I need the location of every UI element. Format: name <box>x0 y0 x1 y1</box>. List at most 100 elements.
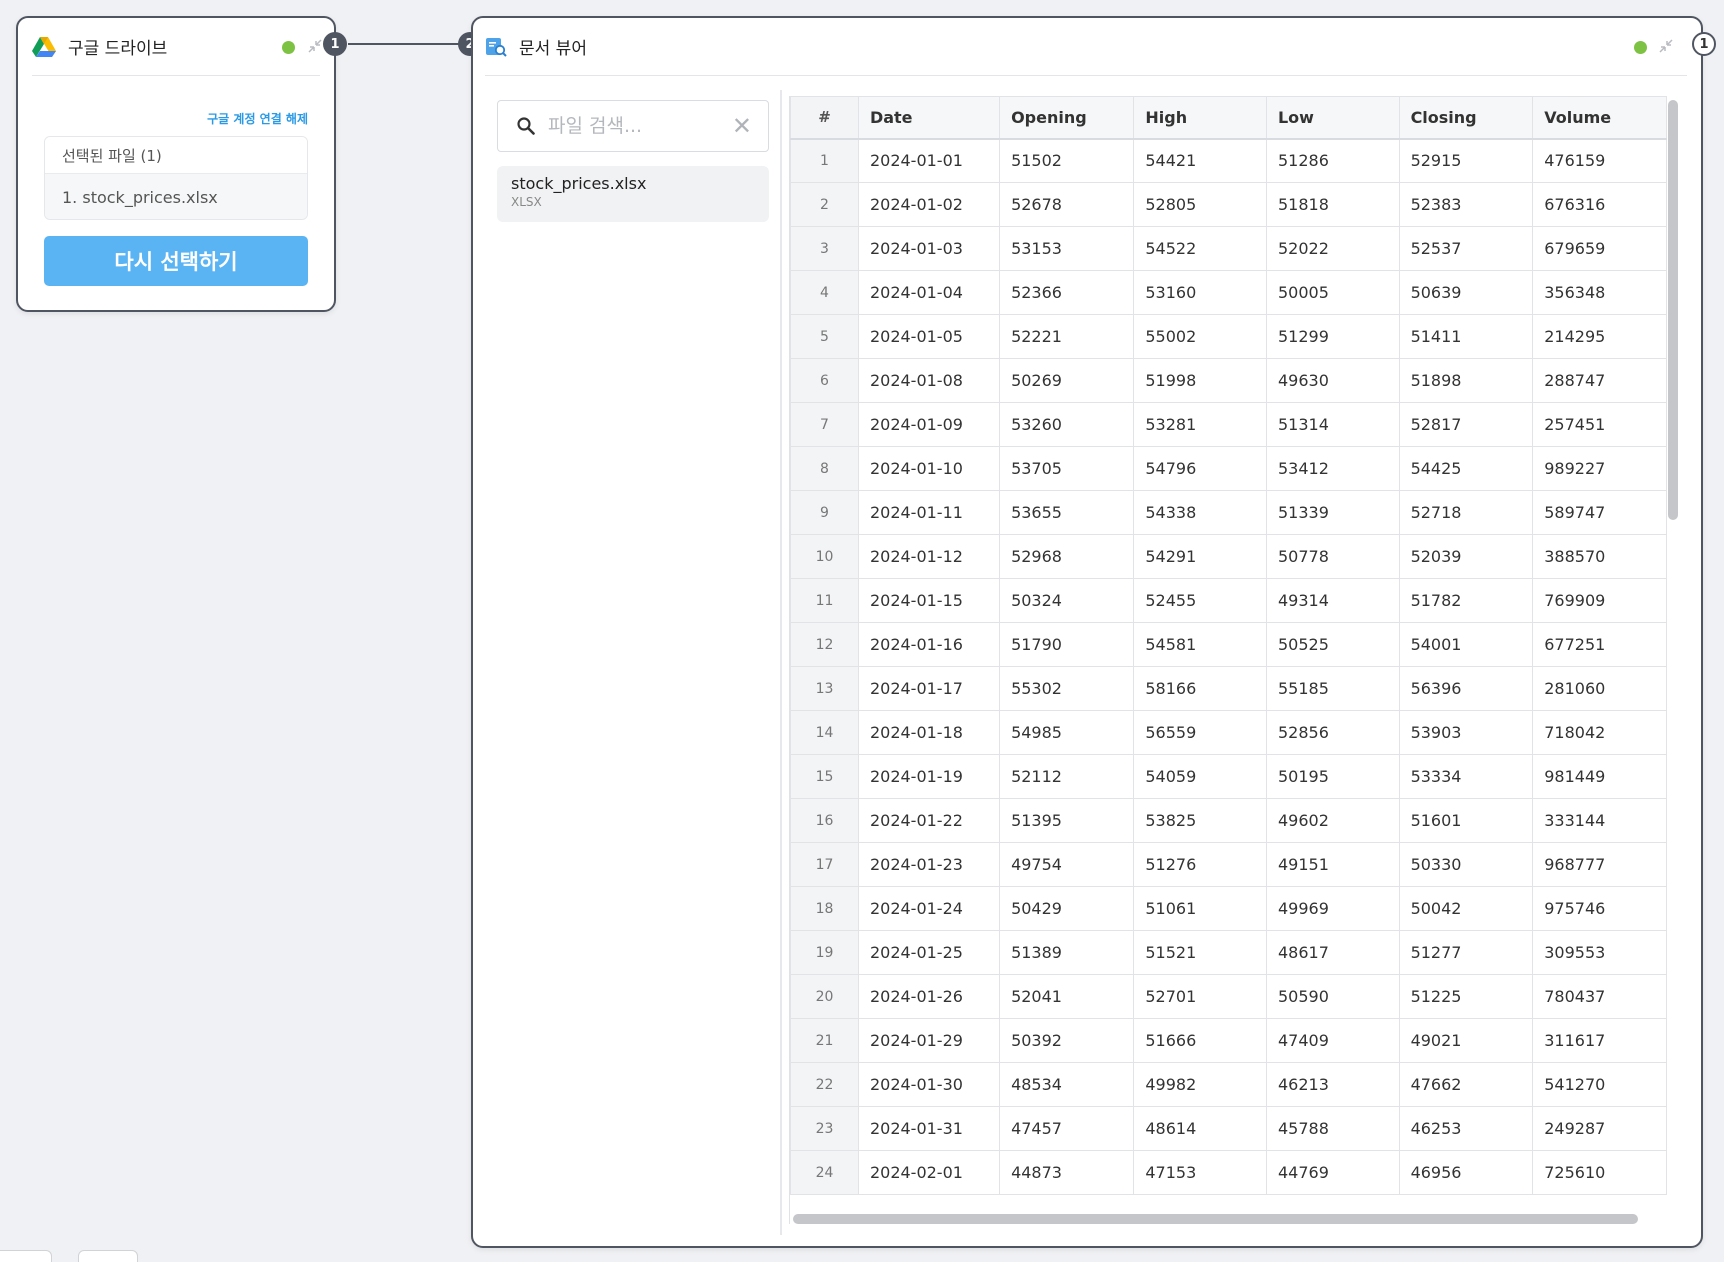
table-cell[interactable]: 49969 <box>1265 886 1400 931</box>
table-cell[interactable]: 2024-01-26 <box>857 974 1001 1019</box>
table-cell[interactable]: 52383 <box>1398 182 1534 227</box>
table-cell[interactable]: 58166 <box>1133 666 1267 711</box>
table-cell[interactable]: 54522 <box>1133 226 1267 271</box>
table-cell[interactable]: 589747 <box>1532 490 1667 535</box>
table-cell[interactable]: 46956 <box>1398 1150 1534 1195</box>
row-number-cell[interactable]: 17 <box>790 842 859 887</box>
table-cell[interactable]: 45788 <box>1265 1106 1400 1151</box>
table-cell[interactable]: 53334 <box>1398 754 1534 799</box>
table-cell[interactable]: 50005 <box>1265 270 1400 315</box>
table-cell[interactable]: 50042 <box>1398 886 1534 931</box>
toolbar-stub[interactable] <box>78 1250 138 1262</box>
table-cell[interactable]: 356348 <box>1532 270 1667 315</box>
table-cell[interactable]: 55002 <box>1133 314 1267 359</box>
table-cell[interactable]: 51286 <box>1265 138 1400 183</box>
table-cell[interactable]: 51782 <box>1398 578 1534 623</box>
table-cell[interactable]: 54001 <box>1398 622 1534 667</box>
table-cell[interactable]: 677251 <box>1532 622 1667 667</box>
table-cell[interactable]: 2024-01-08 <box>857 358 1001 403</box>
table-cell[interactable]: 53825 <box>1133 798 1267 843</box>
table-cell[interactable]: 2024-01-09 <box>857 402 1001 447</box>
table-cell[interactable]: 46253 <box>1398 1106 1534 1151</box>
table-cell[interactable]: 52221 <box>999 314 1135 359</box>
table-cell[interactable]: 52915 <box>1398 138 1534 183</box>
row-number-cell[interactable]: 12 <box>790 622 859 667</box>
row-number-cell[interactable]: 5 <box>790 314 859 359</box>
table-cell[interactable]: 981449 <box>1532 754 1667 799</box>
table-cell[interactable]: 52856 <box>1265 710 1400 755</box>
output-port[interactable]: 1 <box>323 32 347 56</box>
table-cell[interactable]: 52805 <box>1133 182 1267 227</box>
table-cell[interactable]: 2024-01-18 <box>857 710 1001 755</box>
table-cell[interactable]: 49151 <box>1265 842 1400 887</box>
toolbar-stub[interactable] <box>0 1250 52 1262</box>
pane-divider[interactable] <box>780 90 782 1235</box>
table-cell[interactable]: 2024-02-01 <box>857 1150 1001 1195</box>
table-cell[interactable]: 53260 <box>999 402 1135 447</box>
row-number-cell[interactable]: 24 <box>790 1150 859 1195</box>
table-cell[interactable]: 53705 <box>999 446 1135 491</box>
table-cell[interactable]: 52968 <box>999 534 1135 579</box>
row-number-cell[interactable]: 16 <box>790 798 859 843</box>
table-cell[interactable]: 2024-01-29 <box>857 1018 1001 1063</box>
table-cell[interactable]: 309553 <box>1532 930 1667 975</box>
table-cell[interactable]: 52112 <box>999 754 1135 799</box>
table-cell[interactable]: 52366 <box>999 270 1135 315</box>
table-cell[interactable]: 52455 <box>1133 578 1267 623</box>
table-cell[interactable]: 51339 <box>1265 490 1400 535</box>
table-cell[interactable]: 49602 <box>1265 798 1400 843</box>
table-cell[interactable]: 476159 <box>1532 138 1667 183</box>
row-number-cell[interactable]: 22 <box>790 1062 859 1107</box>
row-number-cell[interactable]: 20 <box>790 974 859 1019</box>
row-number-cell[interactable]: 8 <box>790 446 859 491</box>
table-cell[interactable]: 2024-01-16 <box>857 622 1001 667</box>
row-number-cell[interactable]: 21 <box>790 1018 859 1063</box>
table-cell[interactable]: 50330 <box>1398 842 1534 887</box>
table-cell[interactable]: 53160 <box>1133 270 1267 315</box>
vertical-scrollbar[interactable] <box>1667 100 1679 1215</box>
table-cell[interactable]: 56396 <box>1398 666 1534 711</box>
table-cell[interactable]: 281060 <box>1532 666 1667 711</box>
table-cell[interactable]: 50639 <box>1398 270 1534 315</box>
table-cell[interactable]: 53655 <box>999 490 1135 535</box>
collapse-icon[interactable] <box>1657 38 1675 56</box>
table-cell[interactable]: 51395 <box>999 798 1135 843</box>
row-number-cell[interactable]: 2 <box>790 182 859 227</box>
table-cell[interactable]: 2024-01-19 <box>857 754 1001 799</box>
table-cell[interactable]: 47409 <box>1265 1018 1400 1063</box>
table-cell[interactable]: 53903 <box>1398 710 1534 755</box>
table-cell[interactable]: 2024-01-03 <box>857 226 1001 271</box>
row-number-cell[interactable]: 4 <box>790 270 859 315</box>
table-cell[interactable]: 50525 <box>1265 622 1400 667</box>
table-cell[interactable]: 54425 <box>1398 446 1534 491</box>
row-number-cell[interactable]: 9 <box>790 490 859 535</box>
table-cell[interactable]: 48534 <box>999 1062 1135 1107</box>
disconnect-account-link[interactable]: 구글 계정 연결 해제 <box>207 110 308 127</box>
table-cell[interactable]: 2024-01-02 <box>857 182 1001 227</box>
row-number-cell[interactable]: 11 <box>790 578 859 623</box>
table-cell[interactable]: 52701 <box>1133 974 1267 1019</box>
row-number-cell[interactable]: 10 <box>790 534 859 579</box>
table-cell[interactable]: 52817 <box>1398 402 1534 447</box>
table-cell[interactable]: 48617 <box>1265 930 1400 975</box>
table-cell[interactable]: 53412 <box>1265 446 1400 491</box>
table-cell[interactable]: 49630 <box>1265 358 1400 403</box>
table-cell[interactable]: 2024-01-30 <box>857 1062 1001 1107</box>
spreadsheet-view[interactable]: # Date Opening High Low Closing Volume 1 2024-0… <box>789 96 1667 1224</box>
table-cell[interactable]: 50590 <box>1265 974 1400 1019</box>
table-cell[interactable]: 48614 <box>1133 1106 1267 1151</box>
row-number-cell[interactable]: 18 <box>790 886 859 931</box>
table-cell[interactable]: 51818 <box>1265 182 1400 227</box>
row-number-cell[interactable]: 19 <box>790 930 859 975</box>
table-cell[interactable]: 51061 <box>1133 886 1267 931</box>
table-cell[interactable]: 2024-01-05 <box>857 314 1001 359</box>
table-cell[interactable]: 51790 <box>999 622 1135 667</box>
table-cell[interactable]: 2024-01-12 <box>857 534 1001 579</box>
table-cell[interactable]: 2024-01-25 <box>857 930 1001 975</box>
table-cell[interactable]: 44769 <box>1265 1150 1400 1195</box>
table-cell[interactable]: 2024-01-10 <box>857 446 1001 491</box>
table-cell[interactable]: 50778 <box>1265 534 1400 579</box>
table-cell[interactable]: 52537 <box>1398 226 1534 271</box>
table-cell[interactable]: 53153 <box>999 226 1135 271</box>
table-cell[interactable]: 53281 <box>1133 402 1267 447</box>
